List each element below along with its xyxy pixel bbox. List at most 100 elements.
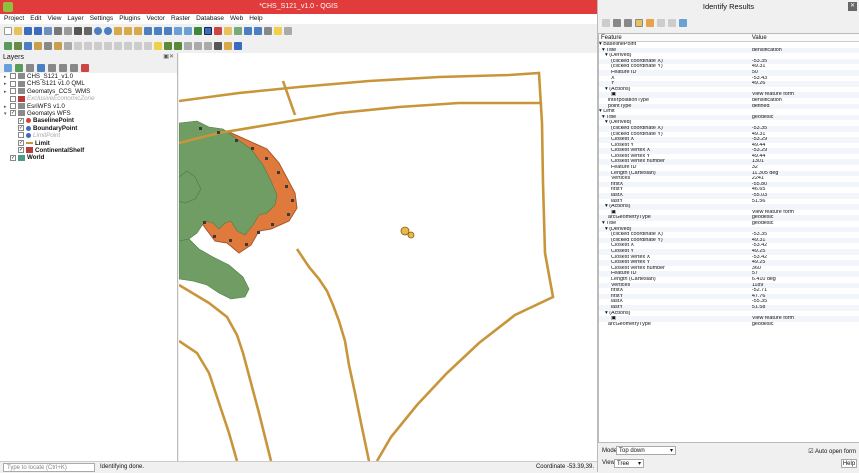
change-label-icon[interactable] xyxy=(204,41,212,50)
layer-visibility-checkbox[interactable]: ✓ xyxy=(10,154,16,161)
layer-row[interactable]: ✓ BoundaryPoint xyxy=(0,125,177,132)
map-svg[interactable] xyxy=(179,53,597,461)
statistics-icon[interactable] xyxy=(254,26,262,35)
new-project-icon[interactable] xyxy=(4,26,12,35)
show-hide-labels-icon[interactable] xyxy=(174,41,182,50)
baseline-point-marker[interactable] xyxy=(245,243,248,246)
manage-themes-icon[interactable] xyxy=(26,63,34,72)
data-source-manager-icon[interactable] xyxy=(4,41,12,50)
expand-all-icon[interactable] xyxy=(59,63,67,72)
layer-row[interactable]: ▸ Geomatys_CCS_WMS xyxy=(0,88,177,95)
delete-selected-icon[interactable] xyxy=(94,41,102,50)
view-select[interactable]: Tree ▾ xyxy=(614,459,644,468)
close-icon[interactable]: ✕ xyxy=(848,2,857,11)
grid-plugin-icon[interactable] xyxy=(234,41,242,50)
baseline-point-marker[interactable] xyxy=(277,171,280,174)
menu-database[interactable]: Database xyxy=(196,14,224,24)
baseline-point-marker[interactable] xyxy=(265,157,268,160)
layer-row[interactable]: LimitPoint xyxy=(0,132,177,139)
copy-features-icon[interactable] xyxy=(114,41,122,50)
help-button[interactable]: Help xyxy=(841,459,857,468)
expand-new-icon[interactable] xyxy=(624,18,632,27)
pan-to-selection-icon[interactable] xyxy=(84,26,92,35)
vertex-tool-icon[interactable] xyxy=(84,41,92,50)
identify-mode-icon[interactable] xyxy=(635,18,643,27)
refresh-icon[interactable] xyxy=(194,26,202,35)
new-layer-icon[interactable] xyxy=(14,41,22,50)
digitize-icon[interactable] xyxy=(74,41,82,50)
rotate-label-icon[interactable] xyxy=(194,41,202,50)
current-edits-icon[interactable] xyxy=(44,41,52,50)
map-canvas[interactable] xyxy=(179,53,597,461)
baseline-point-marker[interactable] xyxy=(287,213,290,216)
select-feature-icon[interactable] xyxy=(646,18,654,27)
menu-view[interactable]: View xyxy=(47,14,61,24)
open-project-icon[interactable] xyxy=(14,26,22,35)
measure-icon[interactable] xyxy=(264,26,272,35)
layer-visibility-checkbox[interactable]: ✓ xyxy=(18,125,24,132)
mode-select[interactable]: Top down ▾ xyxy=(616,446,676,455)
new-map-view-icon[interactable] xyxy=(174,26,182,35)
menu-project[interactable]: Project xyxy=(4,14,24,24)
layer-row[interactable]: ✓ Limit xyxy=(0,140,177,147)
toolbox-icon[interactable] xyxy=(244,26,252,35)
menu-help[interactable]: Help xyxy=(249,14,262,24)
menu-vector[interactable]: Vector xyxy=(147,14,165,24)
layer-visibility-checkbox[interactable] xyxy=(10,102,16,109)
python-console-icon[interactable] xyxy=(214,41,222,50)
feature-column-header[interactable]: Feature xyxy=(599,34,752,41)
layer-row[interactable]: ✓ ContinentalShelf xyxy=(0,147,177,154)
filter-by-expression-icon[interactable] xyxy=(48,63,56,72)
clear-results-icon[interactable] xyxy=(657,18,665,27)
copy-feature-icon[interactable] xyxy=(668,18,676,27)
save-as-icon[interactable] xyxy=(34,26,42,35)
locator-search-input[interactable]: Type to locate (Ctrl+K) xyxy=(3,463,95,472)
menu-settings[interactable]: Settings xyxy=(90,14,114,24)
add-group-icon[interactable] xyxy=(15,63,23,72)
layer-visibility-checkbox[interactable]: ✓ xyxy=(18,139,24,146)
layer-row[interactable]: ▾ ✓ Geomatys WFS xyxy=(0,110,177,117)
menu-layer[interactable]: Layer xyxy=(67,14,83,24)
zoom-full-icon[interactable] xyxy=(114,26,122,35)
zoom-last-icon[interactable] xyxy=(154,26,162,35)
menu-plugins[interactable]: Plugins xyxy=(119,14,140,24)
baseline-point-marker[interactable] xyxy=(251,147,254,150)
remove-layer-icon[interactable] xyxy=(81,63,89,72)
close-panel-icon[interactable]: ▣✕ xyxy=(163,53,174,62)
redo-icon[interactable] xyxy=(144,41,152,50)
open-styling-icon[interactable] xyxy=(4,63,12,72)
baseline-point-marker[interactable] xyxy=(291,199,294,202)
result-row[interactable]: arcGeometryType geodesic xyxy=(599,322,859,328)
field-calculator-icon[interactable] xyxy=(234,26,242,35)
collapse-tree-icon[interactable] xyxy=(613,18,621,27)
menu-edit[interactable]: Edit xyxy=(30,14,41,24)
collapse-all-icon[interactable] xyxy=(70,63,78,72)
filter-legend-icon[interactable] xyxy=(37,63,45,72)
layer-row[interactable]: ✓ BaselinePoint xyxy=(0,117,177,124)
layer-row[interactable]: ✓ World xyxy=(0,154,177,161)
select-features-icon[interactable] xyxy=(214,26,222,35)
add-raster-icon[interactable] xyxy=(34,41,42,50)
zoom-layer-icon[interactable] xyxy=(134,26,142,35)
print-icon[interactable] xyxy=(679,18,687,27)
baseline-point-marker[interactable] xyxy=(285,185,288,188)
add-vector-icon[interactable] xyxy=(24,41,32,50)
layer-visibility-checkbox[interactable]: ✓ xyxy=(18,117,24,124)
layout-manager-icon[interactable] xyxy=(54,26,62,35)
expand-tree-icon[interactable] xyxy=(602,18,610,27)
layer-visibility-checkbox[interactable] xyxy=(10,80,16,87)
layer-visibility-checkbox[interactable]: ✓ xyxy=(10,110,16,117)
layer-row[interactable]: ▸ CHS S121 v1.0 QML xyxy=(0,80,177,87)
layer-row[interactable]: ▸ EsriWFS v1.0 xyxy=(0,103,177,110)
baseline-point-marker[interactable] xyxy=(271,223,274,226)
baseline-point-marker[interactable] xyxy=(257,231,260,234)
cut-features-icon[interactable] xyxy=(104,41,112,50)
layer-visibility-checkbox[interactable] xyxy=(10,73,16,80)
undo-icon[interactable] xyxy=(134,41,142,50)
layer-visibility-checkbox[interactable] xyxy=(10,88,16,95)
baseline-point-marker[interactable] xyxy=(235,139,238,142)
zoom-native-icon[interactable] xyxy=(144,26,152,35)
layer-row[interactable]: ExclusiveEconomicZone xyxy=(0,95,177,102)
baseline-point-marker[interactable] xyxy=(213,235,216,238)
baseline-point-marker[interactable] xyxy=(203,221,206,224)
